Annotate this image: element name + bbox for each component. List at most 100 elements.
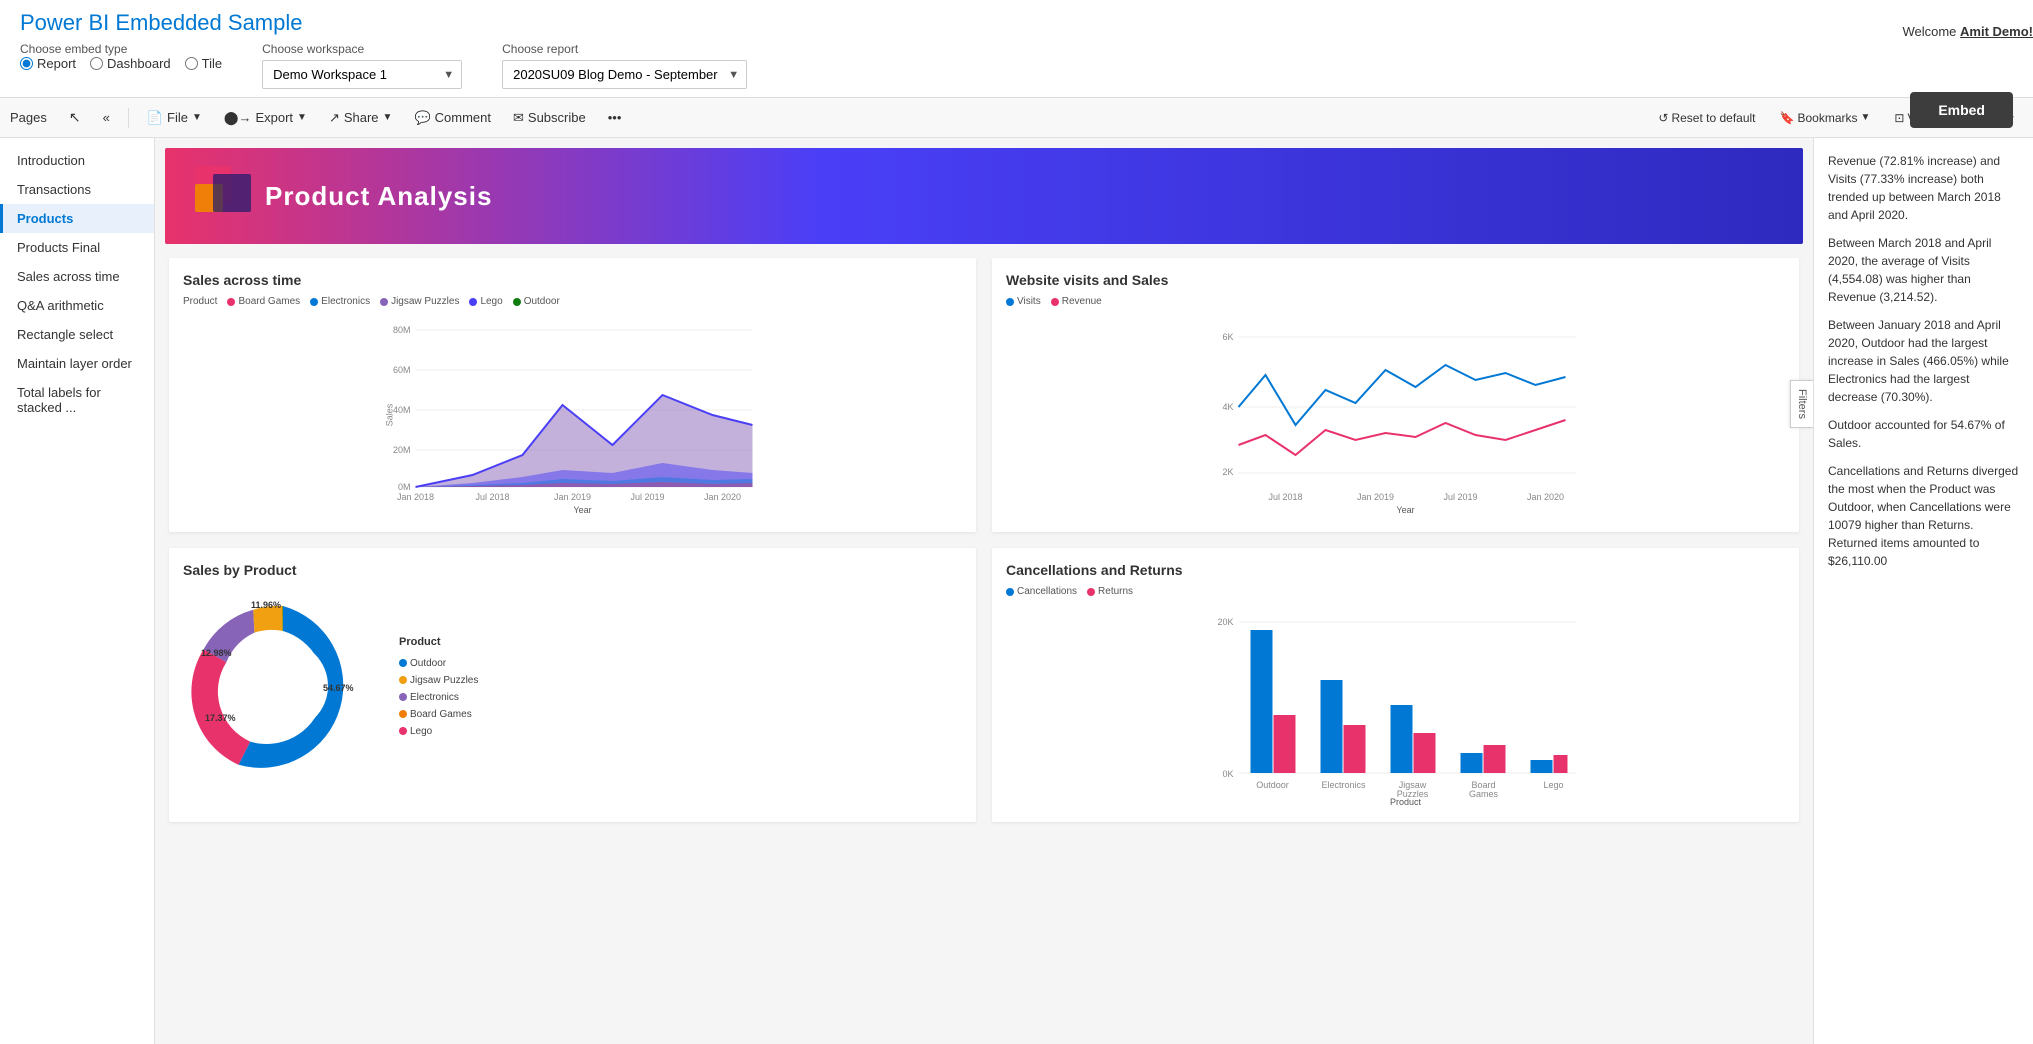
bar-outdoor-cancel xyxy=(1251,630,1273,773)
comment-button[interactable]: 💬 Comment xyxy=(406,106,499,130)
report-control: Choose report 2020SU09 Blog Demo - Septe… xyxy=(502,42,747,89)
svg-text:80M: 80M xyxy=(393,325,411,335)
donut-section: 54.67% 17.37% 12.98% 11.96% Product Outd… xyxy=(183,586,962,786)
svg-text:60M: 60M xyxy=(393,365,411,375)
more-button[interactable]: ••• xyxy=(600,106,630,129)
embed-type-label: Choose embed type xyxy=(20,42,214,56)
sidebar-item-rectangle[interactable]: Rectangle select xyxy=(0,320,154,349)
reset-button[interactable]: ↺ Reset to default xyxy=(1650,107,1763,129)
electronics-dot xyxy=(310,298,318,306)
export-icon: ⬤→ xyxy=(224,110,252,126)
workspace-label: Choose workspace xyxy=(262,42,462,56)
workspace-select[interactable]: Demo Workspace 1 Demo Workspace 2 xyxy=(262,60,462,89)
insight-5: Cancellations and Returns diverged the m… xyxy=(1828,462,2019,570)
insight-4: Outdoor accounted for 54.67% of Sales. xyxy=(1828,416,2019,452)
sidebar-item-qa[interactable]: Q&A arithmetic xyxy=(0,291,154,320)
sidebar-item-total-labels[interactable]: Total labels for stacked ... xyxy=(0,378,154,422)
bar-jigsaw-return xyxy=(1414,733,1436,773)
legend-lego: Lego xyxy=(469,296,502,307)
donut-legend: Product Outdoor Jigsaw Puzzles xyxy=(399,636,478,737)
sales-across-time-title: Sales across time xyxy=(183,272,962,288)
svg-text:Jul 2019: Jul 2019 xyxy=(630,492,664,502)
legend-returns: Returns xyxy=(1087,586,1133,597)
cancellations-title: Cancellations and Returns xyxy=(1006,562,1785,578)
sales-by-product-card: Sales by Product xyxy=(169,548,976,822)
embed-type-radio-group: Report Dashboard Tile xyxy=(20,56,222,71)
svg-text:Electronics: Electronics xyxy=(1321,780,1366,790)
insight-1: Revenue (72.81% increase) and Visits (77… xyxy=(1828,152,2019,224)
sales-across-time-card: Sales across time Product Board Games El… xyxy=(169,258,976,532)
svg-text:0M: 0M xyxy=(398,482,411,492)
accent-dark xyxy=(213,174,251,212)
cancellations-card: Cancellations and Returns Cancellations … xyxy=(992,548,1799,822)
bookmarks-button[interactable]: 🔖 Bookmarks▼ xyxy=(1772,107,1879,129)
bar-jigsaw-cancel xyxy=(1391,705,1413,773)
filters-tab[interactable]: Filters xyxy=(1790,380,1813,428)
file-button[interactable]: 📄 File▼ xyxy=(139,106,210,130)
jigsaw-dot xyxy=(380,298,388,306)
collapse-button[interactable]: « xyxy=(95,106,118,129)
embed-button[interactable]: Embed xyxy=(1910,92,2013,128)
sidebar-item-introduction[interactable]: Introduction xyxy=(0,146,154,175)
svg-text:Jan 2019: Jan 2019 xyxy=(1357,492,1394,502)
svg-text:Jul 2019: Jul 2019 xyxy=(1443,492,1477,502)
svg-text:Games: Games xyxy=(1469,789,1499,799)
sidebar-item-layer-order[interactable]: Maintain layer order xyxy=(0,349,154,378)
right-panel: Revenue (72.81% increase) and Visits (77… xyxy=(1813,138,2033,1044)
board-games-dot xyxy=(227,298,235,306)
legend-outdoor: Outdoor xyxy=(399,658,478,669)
right-controls: Welcome Amit Demo! Embed xyxy=(1902,24,2033,39)
cancellations-dot xyxy=(1006,588,1014,596)
sidebar-item-products-final[interactable]: Products Final xyxy=(0,233,154,262)
legend-visits: Visits xyxy=(1006,296,1041,307)
sidebar-item-products[interactable]: Products xyxy=(0,204,154,233)
returns-dot xyxy=(1087,588,1095,596)
cursor-button[interactable]: ↖ xyxy=(61,105,89,130)
bar-lego-return xyxy=(1554,755,1568,773)
sales-across-time-legend: Product Board Games Electronics Jigsaw P… xyxy=(183,296,962,307)
website-visits-legend: Visits Revenue xyxy=(1006,296,1785,307)
svg-text:54.67%: 54.67% xyxy=(323,683,354,693)
svg-text:40M: 40M xyxy=(393,405,411,415)
svg-text:6K: 6K xyxy=(1222,332,1233,342)
website-visits-chart: 6K 4K 2K Jul 2018 Jan 2019 Jul 2019 J xyxy=(1006,315,1785,515)
outdoor-dot xyxy=(513,298,521,306)
donut-chart: 54.67% 17.37% 12.98% 11.96% xyxy=(183,586,383,786)
sidebar-item-transactions[interactable]: Transactions xyxy=(0,175,154,204)
bookmark-icon: 🔖 xyxy=(1780,111,1795,125)
legend-cancellations: Cancellations xyxy=(1006,586,1077,597)
sidebar-item-sales-across-time[interactable]: Sales across time xyxy=(0,262,154,291)
report-select[interactable]: 2020SU09 Blog Demo - September xyxy=(502,60,747,89)
bar-lego-cancel xyxy=(1531,760,1553,773)
cursor-icon: ↖ xyxy=(69,109,81,126)
radio-tile[interactable]: Tile xyxy=(185,56,222,71)
visits-dot xyxy=(1006,298,1014,306)
lego-dot xyxy=(469,298,477,306)
legend-revenue: Revenue xyxy=(1051,296,1102,307)
export-button[interactable]: ⬤→ Export▼ xyxy=(216,106,315,130)
subscribe-button[interactable]: ✉ Subscribe xyxy=(505,106,594,130)
legend-lego-donut: Lego xyxy=(399,726,478,737)
svg-text:Product: Product xyxy=(1390,797,1422,805)
report-select-wrapper: 2020SU09 Blog Demo - September ▼ xyxy=(502,60,747,89)
radio-report[interactable]: Report xyxy=(20,56,76,71)
legend-jigsaw-puzzles: Jigsaw Puzzles xyxy=(399,675,478,686)
svg-text:Outdoor: Outdoor xyxy=(1256,780,1289,790)
sidebar: Introduction Transactions Products Produ… xyxy=(0,138,155,1044)
subscribe-icon: ✉ xyxy=(513,110,524,126)
workspace-select-wrapper: Demo Workspace 1 Demo Workspace 2 ▼ xyxy=(262,60,462,89)
website-visits-title: Website visits and Sales xyxy=(1006,272,1785,288)
insight-3: Between January 2018 and April 2020, Out… xyxy=(1828,316,2019,406)
collapse-icon: « xyxy=(103,110,110,125)
cancellations-legend: Cancellations Returns xyxy=(1006,586,1785,597)
legend-board-games-donut: Board Games xyxy=(399,709,478,720)
website-visits-card: Website visits and Sales Visits Revenue … xyxy=(992,258,1799,532)
view-icon: ⊡ xyxy=(1894,111,1904,125)
product-legend-title: Product xyxy=(399,636,478,648)
revenue-dot xyxy=(1051,298,1059,306)
share-button[interactable]: ↗ Share▼ xyxy=(321,106,401,130)
file-icon: 📄 xyxy=(147,110,163,126)
report-title: Product Analysis xyxy=(265,181,492,212)
radio-dashboard[interactable]: Dashboard xyxy=(90,56,171,71)
bar-boardgames-cancel xyxy=(1461,753,1483,773)
